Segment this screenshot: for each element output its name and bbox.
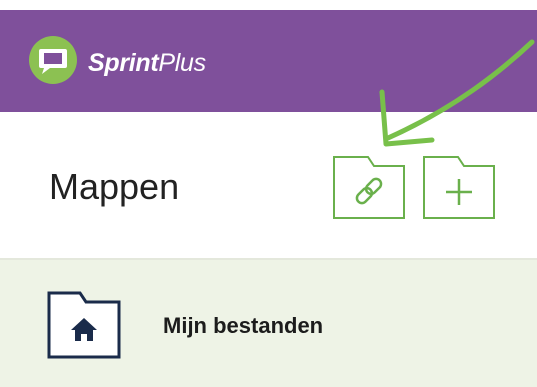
- top-bar: SprintPlus: [0, 10, 537, 112]
- brand-name-regular: Plus: [158, 49, 206, 77]
- link-folder-button[interactable]: [332, 154, 406, 220]
- link-folder-icon: [333, 156, 405, 219]
- folder-label: Mijn bestanden: [163, 313, 324, 338]
- app-window: SprintPlus Mappen Mijn bestanden: [0, 0, 537, 387]
- chat-bubble-icon[interactable]: [28, 35, 78, 85]
- page-title: Mappen: [49, 166, 180, 207]
- folder-item-mijn-bestanden[interactable]: Mijn bestanden: [0, 260, 537, 387]
- brand-name-bold: Sprint: [88, 49, 159, 77]
- plus-folder-icon: [423, 156, 495, 219]
- brand-name[interactable]: SprintPlus: [88, 48, 206, 78]
- folder-list: Mijn bestanden: [0, 260, 537, 387]
- add-folder-button[interactable]: [422, 154, 496, 220]
- home-folder-icon: [46, 290, 122, 360]
